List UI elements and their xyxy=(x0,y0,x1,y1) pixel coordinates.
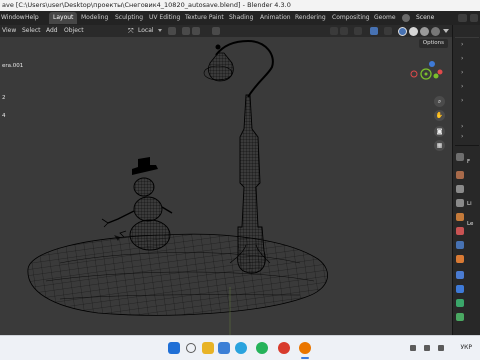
tab-uv-editing[interactable]: UV Editing xyxy=(145,12,184,24)
physics-properties-icon[interactable] xyxy=(456,285,464,293)
overlays-toggle-icon[interactable] xyxy=(354,27,362,35)
menu-select[interactable]: Select xyxy=(22,25,41,37)
blender-icon[interactable] xyxy=(299,342,311,354)
properties-side-label: Li xyxy=(467,201,472,207)
output-properties-icon[interactable] xyxy=(456,185,464,193)
menu-window[interactable]: Window xyxy=(1,13,25,23)
outliner-expand-icon[interactable]: › xyxy=(461,133,463,140)
transform-orientation-icon: ⤧ xyxy=(128,27,134,35)
world-properties-icon[interactable] xyxy=(456,227,464,235)
view-layer-properties-icon[interactable] xyxy=(456,199,464,207)
gizmo-z-axis xyxy=(429,61,435,67)
properties-side-label: Le xyxy=(467,221,474,227)
scene-properties-icon[interactable] xyxy=(456,213,464,221)
zoom-icon[interactable]: ⌕ xyxy=(434,96,445,107)
chrome-icon[interactable] xyxy=(278,342,290,354)
outliner-expand-icon[interactable]: › xyxy=(461,83,463,90)
menu-object[interactable]: Object xyxy=(64,25,84,37)
active-app-indicator xyxy=(301,357,309,359)
input-language-indicator[interactable]: УКР xyxy=(460,344,472,351)
transform-orientation-dropdown[interactable]: Local xyxy=(138,25,154,37)
shading-options-icon[interactable] xyxy=(443,29,449,33)
modifier-properties-icon[interactable] xyxy=(456,271,464,279)
window-title-bar: ave [C:\Users\user\Desktop\проекты\Снего… xyxy=(0,0,480,11)
network-icon[interactable] xyxy=(438,345,444,351)
tab-animation[interactable]: Animation xyxy=(256,12,295,24)
scene-icon[interactable] xyxy=(402,14,410,22)
data-properties-icon[interactable] xyxy=(456,313,464,321)
properties-side-label: F xyxy=(467,159,471,165)
whatsapp-icon[interactable] xyxy=(256,342,268,354)
shading-material-button[interactable] xyxy=(420,27,429,36)
windows-start-icon[interactable] xyxy=(168,342,180,354)
scene-selector[interactable]: Scene xyxy=(416,12,434,24)
top-menu-bar: Window Help Layout Modeling Sculpting UV… xyxy=(0,11,480,25)
collection-properties-icon[interactable] xyxy=(456,241,464,249)
gizmo-x-axis xyxy=(437,69,443,75)
tab-texture-paint[interactable]: Texture Paint xyxy=(181,12,228,24)
ground-mesh xyxy=(27,233,328,316)
view-layer-icon[interactable] xyxy=(470,14,478,22)
gizmo-center xyxy=(424,72,428,76)
constraint-properties-icon[interactable] xyxy=(456,299,464,307)
tab-layout[interactable]: Layout xyxy=(49,12,78,24)
image-viewer-icon[interactable] xyxy=(218,342,230,354)
object-properties-icon[interactable] xyxy=(456,255,464,263)
menu-view[interactable]: View xyxy=(2,25,16,37)
wireframe-scene xyxy=(27,39,328,335)
navigation-gizmo[interactable] xyxy=(406,58,446,90)
chevron-down-icon xyxy=(158,29,162,32)
outliner-expand-icon[interactable]: › xyxy=(461,41,463,48)
proportional-editing-icon[interactable] xyxy=(212,27,220,35)
cloud-icon[interactable] xyxy=(424,345,430,351)
windows-taskbar: УКР xyxy=(0,335,480,360)
tray-chevron-icon[interactable] xyxy=(410,345,416,351)
tab-sculpting[interactable]: Sculpting xyxy=(111,12,147,24)
menu-help[interactable]: Help xyxy=(25,13,39,23)
tab-geometry-nodes[interactable]: Geome xyxy=(370,12,400,24)
3d-viewport[interactable]: era.001 2 4 Options ⌕ ✋ ◙ ▦ xyxy=(0,37,452,335)
viewport-header: View Select Add Object ⤧ Local xyxy=(0,25,452,37)
camera-view-icon[interactable]: ◙ xyxy=(434,126,445,137)
shading-wireframe-button[interactable] xyxy=(398,27,407,36)
shading-rendered-button[interactable] xyxy=(431,27,440,36)
xray-toggle-icon[interactable] xyxy=(370,27,378,35)
tab-modeling[interactable]: Modeling xyxy=(77,12,112,24)
tool-properties-icon[interactable] xyxy=(456,153,464,161)
menu-add[interactable]: Add xyxy=(46,25,58,37)
search-icon[interactable] xyxy=(186,343,196,353)
gizmo-x-negative xyxy=(410,70,418,78)
outliner-expand-icon[interactable]: › xyxy=(461,69,463,76)
snowman-mesh xyxy=(101,157,173,251)
gizmo-toggle-icon[interactable] xyxy=(340,27,348,35)
window-title: ave [C:\Users\user\Desktop\проекты\Снего… xyxy=(2,1,291,9)
gizmo-y-negative xyxy=(433,73,439,79)
pivot-point-icon[interactable] xyxy=(168,27,176,35)
grid-toggle-icon[interactable]: ▦ xyxy=(434,140,445,151)
snap-target-icon[interactable] xyxy=(192,27,200,35)
file-explorer-icon[interactable] xyxy=(202,342,214,354)
tab-compositing[interactable]: Compositing xyxy=(328,12,374,24)
render-properties-icon[interactable] xyxy=(456,171,464,179)
xray-dropdown-icon[interactable] xyxy=(384,27,392,35)
shading-solid-button[interactable] xyxy=(409,27,418,36)
snap-toggle-icon[interactable] xyxy=(182,27,190,35)
pan-hand-icon[interactable]: ✋ xyxy=(434,110,445,121)
scene-browse-icon[interactable] xyxy=(458,14,467,22)
outliner-expand-icon[interactable]: › xyxy=(461,55,463,62)
visibility-icon[interactable] xyxy=(330,27,338,35)
outliner-expand-icon[interactable]: › xyxy=(461,123,463,130)
tab-shading[interactable]: Shading xyxy=(225,12,257,24)
outliner-expand-icon[interactable]: › xyxy=(461,97,463,104)
telegram-icon[interactable] xyxy=(235,342,247,354)
right-side-panels: › › › › › › › F Li Le xyxy=(452,25,480,335)
tab-rendering[interactable]: Rendering xyxy=(291,12,330,24)
